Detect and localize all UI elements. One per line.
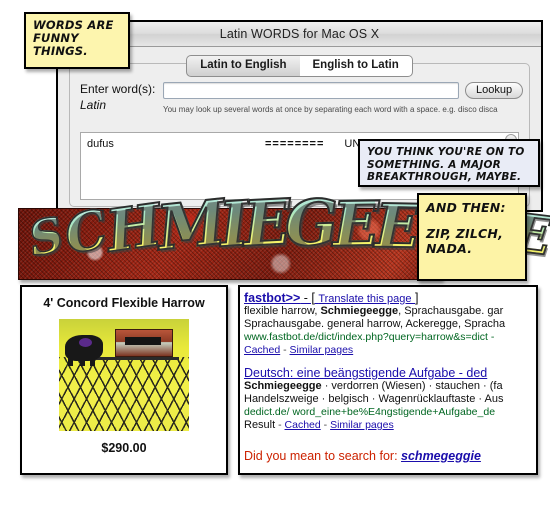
harrow-mesh-graphic <box>59 357 189 431</box>
caption-breakthrough: YOU THINK YOU'RE ON TO SOMETHING. A MAJO… <box>358 139 540 187</box>
did-you-mean-prefix: Did you mean to search for: <box>244 449 402 463</box>
snippet-post: , Sprachausgabe. gar <box>398 305 504 317</box>
search-result-item: Deutsch: eine beängstigende Aufgabe - de… <box>244 366 536 432</box>
caption-words-are-funny: WORDS ARE FUNNY THINGS. <box>24 12 130 69</box>
result-separator: ======== <box>265 138 325 150</box>
search-result-title-text: fastbot>> <box>244 291 301 305</box>
window-titlebar[interactable]: Latin WORDS for Mac OS X <box>58 22 541 47</box>
red-texture-background <box>18 208 442 280</box>
product-price: $290.00 <box>101 441 147 455</box>
horse-marking <box>79 338 92 347</box>
snippet-keyword: Schmiegeegge <box>320 305 399 317</box>
snippet-keyword: Schmiegeegge <box>244 380 322 392</box>
link-separator: - <box>320 419 331 431</box>
source-language-label: Latin <box>80 98 107 112</box>
search-result-snippet-line1: Schmiegeegge · verdorren (Wiesen) · stau… <box>244 380 536 393</box>
search-results-panel: fastbot>> - [ Translate this page ] flex… <box>238 285 538 475</box>
similar-pages-link[interactable]: Similar pages <box>290 344 354 356</box>
search-result-title[interactable]: Deutsch: eine beängstigende Aufgabe - de… <box>244 366 536 380</box>
similar-pages-link[interactable]: Similar pages <box>330 419 394 431</box>
horse-silhouette-icon <box>65 335 103 366</box>
search-input[interactable] <box>163 82 459 99</box>
search-result-links: Cached - Similar pages <box>244 344 536 357</box>
did-you-mean-link[interactable]: schmegeggie <box>401 449 481 463</box>
product-card: 4' Concord Flexible Harrow $290.00 <box>20 285 228 475</box>
cached-link[interactable]: Cached <box>285 419 321 431</box>
title-suffix-end: ] <box>411 291 419 305</box>
window-title: Latin WORDS for Mac OS X <box>219 27 380 41</box>
link-separator: - <box>280 344 290 356</box>
product-title: 4' Concord Flexible Harrow <box>43 296 205 310</box>
caption-and-then: AND THEN: <box>426 200 506 215</box>
result-word: dufus <box>87 138 114 150</box>
cached-link[interactable]: Cached <box>244 344 280 356</box>
graffiti-banner: S C H M I E G E E G G E ? <box>18 185 550 280</box>
search-result-snippet-line2: Sprachausgabe. general harrow, Ackeregge… <box>244 318 506 330</box>
search-result-title[interactable]: fastbot>> - [ Translate this page ] <box>244 291 536 305</box>
result-label: Result <box>244 419 276 431</box>
search-result-snippet-line2: Handelszweige · belgisch · Wagenrücklauf… <box>244 393 504 405</box>
lookup-labels: Enter word(s): Latin <box>70 82 163 112</box>
search-result-snippet-line1: flexible harrow, Schmiegeegge, Sprachaus… <box>244 305 536 318</box>
did-you-mean: Did you mean to search for: schmegeggie <box>244 449 481 463</box>
search-result-links: Result - Cached - Similar pages <box>244 419 536 432</box>
product-image <box>59 319 189 431</box>
snippet-post: · verdorren (Wiesen) · stauchen · (fa <box>321 380 503 392</box>
caption-zip-zilch-nada: AND THEN: ZIP, ZILCH, NADA. <box>417 193 527 281</box>
enter-words-label: Enter word(s): <box>80 82 156 96</box>
lookup-field-column: Lookup You may look up several words at … <box>163 82 529 114</box>
harrow-implement-graphic <box>115 329 173 357</box>
search-result-item: fastbot>> - [ Translate this page ] flex… <box>244 291 536 357</box>
harrow-implement-detail <box>125 337 161 345</box>
translate-page-link[interactable]: Translate this page <box>318 293 411 305</box>
tab-bar: Latin to English English to Latin <box>58 47 541 77</box>
tab-english-to-latin[interactable]: English to Latin <box>299 55 413 77</box>
tab-latin-to-english[interactable]: Latin to English <box>186 55 300 77</box>
link-separator: - <box>275 419 285 431</box>
title-suffix: - [ <box>300 291 319 305</box>
lookup-hint-text: You may look up several words at once by… <box>163 105 498 114</box>
search-result-url: dedict.de/ word_eine+be%E4ngstigende+Auf… <box>244 406 496 418</box>
caption-zip-text: ZIP, ZILCH, NADA. <box>426 226 504 256</box>
lookup-button[interactable]: Lookup <box>465 82 524 99</box>
snippet-pre: flexible harrow, <box>244 305 321 317</box>
search-result-url: www.fastbot.de/dict/index.php?query=harr… <box>244 331 495 343</box>
